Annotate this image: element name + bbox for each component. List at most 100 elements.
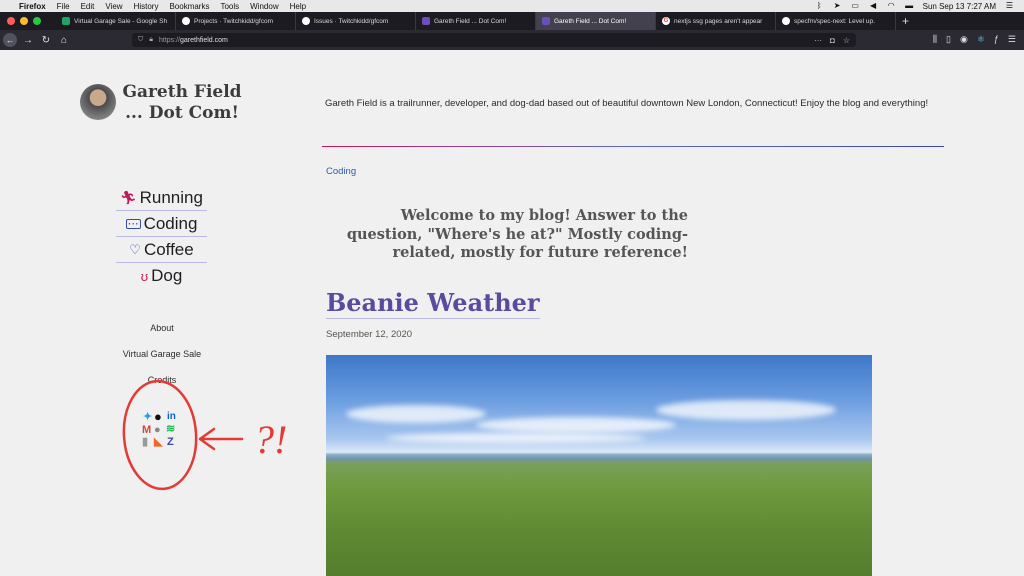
- library-icon[interactable]: ⫼: [933, 34, 937, 45]
- bookmark-star-icon[interactable]: ☆: [843, 36, 850, 45]
- web-page: Gareth Field ... Dot Com! 🏃︎ Running ⋯ C…: [0, 50, 1024, 576]
- menu-file[interactable]: File: [57, 2, 70, 11]
- tab-google-sheets[interactable]: Virtual Garage Sale - Google Sh: [56, 12, 176, 30]
- battery-icon[interactable]: ▬: [905, 2, 914, 10]
- site-title-line2: ... Dot Com!: [125, 103, 239, 123]
- wifi-icon[interactable]: ◠: [887, 2, 896, 10]
- volume-icon[interactable]: ◀: [869, 2, 878, 10]
- category-label: Dog: [151, 266, 183, 285]
- post-title[interactable]: Beanie Weather: [326, 288, 540, 319]
- tab-github-spec-next[interactable]: specfm/spec-next: Level up.: [776, 12, 896, 30]
- avatar[interactable]: [80, 84, 116, 120]
- home-button[interactable]: ⌂: [55, 35, 73, 46]
- image-cloud: [346, 405, 486, 423]
- tab-garethfield-1[interactable]: Gareth Field ... Dot Com!: [416, 12, 536, 30]
- github-favicon-icon: [302, 17, 310, 25]
- app-menu[interactable]: Firefox: [19, 2, 46, 11]
- pocket-icon[interactable]: ◘: [830, 36, 835, 45]
- notification-center-icon[interactable]: ☰: [1005, 2, 1014, 10]
- location-icon[interactable]: ➤: [833, 2, 842, 10]
- menu-history[interactable]: History: [134, 2, 159, 11]
- tab-github-issues[interactable]: Issues · Twitchkidd/gfcom: [296, 12, 416, 30]
- tab-label: Virtual Garage Sale - Google Sh: [74, 17, 168, 25]
- menu-edit[interactable]: Edit: [81, 2, 95, 11]
- macos-menu-bar: Firefox File Edit View History Bookmarks…: [0, 0, 1024, 12]
- toolbar-right-icons: ⫼ ▯ ◉ ⚛ ƒ ☰: [933, 34, 1016, 45]
- react-devtools-icon[interactable]: ⚛: [977, 34, 985, 45]
- welcome-message: Welcome to my blog! Answer to the questi…: [346, 207, 688, 261]
- lock-icon[interactable]: 🔒︎: [149, 36, 153, 44]
- address-bar[interactable]: ⛉ 🔒︎ https://garethfield.com ··· ◘ ☆: [132, 33, 856, 47]
- extension-icon[interactable]: ◉: [960, 34, 968, 45]
- new-tab-button[interactable]: +: [896, 14, 909, 28]
- page-actions-icon[interactable]: ···: [814, 36, 822, 45]
- github-favicon-icon: [782, 17, 790, 25]
- zoom-window-button[interactable]: [33, 17, 41, 25]
- url-host: garethfield.com: [180, 36, 228, 44]
- site-tagline: Gareth Field is a trailrunner, developer…: [325, 98, 929, 109]
- menu-tools[interactable]: Tools: [220, 2, 239, 11]
- category-label: Coffee: [143, 239, 194, 259]
- tab-garethfield-active[interactable]: Gareth Field ... Dot Com!: [536, 12, 656, 30]
- dog-icon: ʊ: [140, 268, 149, 284]
- image-cloud: [386, 433, 646, 443]
- tracking-protection-icon[interactable]: ⛉: [138, 36, 143, 44]
- formula-extension-icon[interactable]: ƒ: [994, 34, 999, 45]
- reload-button[interactable]: ↻: [37, 35, 55, 46]
- menu-icon[interactable]: ☰: [1008, 34, 1016, 45]
- github-favicon-icon: [182, 17, 190, 25]
- site-favicon-icon: [422, 17, 430, 25]
- image-cloud: [656, 400, 836, 420]
- category-link-dog[interactable]: ʊ Dog: [116, 263, 207, 289]
- category-nav: 🏃︎ Running ⋯ Coding ♡ Coffee ʊ Dog: [116, 185, 207, 289]
- post-date: September 12, 2020: [326, 329, 413, 340]
- tab-label: specfm/spec-next: Level up.: [794, 17, 875, 25]
- virtual-garage-sale-link[interactable]: Virtual Garage Sale: [112, 346, 212, 372]
- minimize-window-button[interactable]: [20, 17, 28, 25]
- window-controls: [0, 17, 56, 25]
- menubar-clock[interactable]: Sun Sep 13 7:27 AM: [923, 2, 996, 11]
- annotation-circle: [122, 379, 198, 491]
- tab-strip: Virtual Garage Sale - Google Sh Projects…: [0, 12, 1024, 30]
- sidebar-icon[interactable]: ▯: [946, 34, 951, 45]
- sheets-favicon-icon: [62, 17, 70, 25]
- bluetooth-icon[interactable]: ᛒ: [815, 2, 824, 10]
- site-title[interactable]: Gareth Field ... Dot Com!: [120, 82, 244, 124]
- category-label: Running: [139, 187, 203, 207]
- category-link-running[interactable]: 🏃︎ Running: [116, 185, 207, 211]
- google-favicon-icon: G: [662, 17, 670, 25]
- tab-label: Gareth Field ... Dot Com!: [434, 17, 507, 25]
- category-label: Coding: [143, 213, 198, 233]
- site-favicon-icon: [542, 17, 550, 25]
- about-link[interactable]: About: [112, 320, 212, 346]
- image-cloud: [476, 417, 676, 433]
- tab-label: nextjs ssg pages aren't appear: [674, 17, 763, 25]
- tab-label: Gareth Field ... Dot Com!: [554, 17, 627, 25]
- post-featured-image: [326, 355, 872, 576]
- coffee-heart-icon: ♡: [129, 241, 141, 257]
- close-window-button[interactable]: [7, 17, 15, 25]
- navigation-toolbar: ← → ↻ ⌂ ⛉ 🔒︎ https://garethfield.com ···…: [0, 30, 1024, 50]
- site-title-line1: Gareth Field: [122, 82, 242, 102]
- tab-github-projects[interactable]: Projects · Twitchkidd/gfcom: [176, 12, 296, 30]
- category-link-coding[interactable]: ⋯ Coding: [116, 211, 207, 237]
- menu-window[interactable]: Window: [250, 2, 278, 11]
- display-icon[interactable]: ▭: [851, 2, 860, 10]
- tab-google-search[interactable]: G nextjs ssg pages aren't appear: [656, 12, 776, 30]
- menu-help[interactable]: Help: [290, 2, 306, 11]
- url-protocol: https://: [158, 36, 180, 44]
- back-button[interactable]: ←: [3, 33, 17, 47]
- red-annotation: ?!: [122, 379, 287, 491]
- menu-view[interactable]: View: [105, 2, 122, 11]
- forward-button[interactable]: →: [19, 35, 37, 46]
- category-link-coffee[interactable]: ♡ Coffee: [116, 237, 207, 263]
- menu-bookmarks[interactable]: Bookmarks: [169, 2, 209, 11]
- tab-label: Projects · Twitchkidd/gfcom: [194, 17, 273, 25]
- running-icon: 🏃︎: [120, 189, 137, 205]
- annotation-text: ?!: [254, 417, 287, 462]
- category-breadcrumb[interactable]: Coding: [326, 166, 356, 177]
- annotation-arrow: [198, 427, 244, 451]
- header-divider: [322, 146, 944, 147]
- laptop-icon: ⋯: [125, 217, 141, 230]
- tab-label: Issues · Twitchkidd/gfcom: [314, 17, 389, 25]
